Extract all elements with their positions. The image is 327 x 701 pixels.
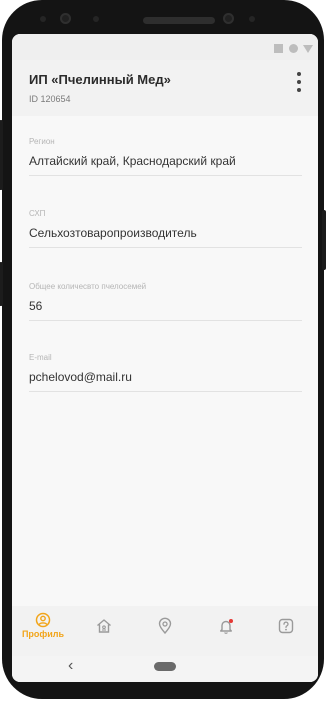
field-label: СХП: [29, 209, 46, 218]
page-title: ИП «Пчелинный Мед»: [29, 72, 171, 87]
bottom-navigation: Профиль: [12, 606, 318, 656]
phone-frame: ИП «Пчелинный Мед» ID 120654 Регион Алта…: [0, 0, 326, 699]
screen: ИП «Пчелинный Мед» ID 120654 Регион Алта…: [12, 34, 318, 682]
nav-item-profile[interactable]: Профиль: [20, 612, 66, 652]
nav-item-notifications[interactable]: [203, 612, 249, 652]
side-button-left-top: [0, 120, 3, 190]
nav-item-apiary[interactable]: [81, 612, 127, 652]
sensor-icon: [249, 16, 255, 22]
location-pin-icon: [158, 617, 172, 635]
field-value: Алтайский край, Краснодарский край: [29, 154, 236, 168]
iris-camera-icon: [223, 13, 234, 24]
field-region: Регион Алтайский край, Краснодарский кра…: [29, 136, 302, 176]
page-subtitle: ID 120654: [29, 94, 71, 104]
nav-label-profile: Профиль: [21, 629, 65, 639]
field-email: E-mail pchelovod@mail.ru: [29, 352, 302, 392]
nav-item-location[interactable]: [142, 612, 188, 652]
front-camera-icon: [60, 13, 71, 24]
side-button-left-bottom: [0, 262, 3, 306]
chevron-left-icon[interactable]: ‹: [68, 657, 73, 675]
more-vert-icon[interactable]: [292, 72, 306, 92]
home-pill-icon[interactable]: [154, 662, 176, 671]
side-button-right: [322, 210, 326, 270]
field-label: Регион: [29, 137, 55, 146]
field-value: 56: [29, 299, 43, 313]
apiary-home-icon: [97, 619, 111, 633]
field-bee-colonies: Общее количесвто пчелосемей 56: [29, 281, 302, 321]
status-triangle-icon: [303, 45, 313, 53]
nav-item-help[interactable]: [263, 612, 309, 652]
earpiece: [143, 17, 215, 24]
status-square-icon: [274, 44, 283, 53]
profile-icon: [35, 612, 51, 628]
field-label: Общее количесвто пчелосемей: [29, 282, 147, 291]
notifications-bell-icon: [220, 619, 233, 634]
app-bar: ИП «Пчелинный Мед» ID 120654: [12, 60, 318, 116]
field-label: E-mail: [29, 353, 52, 362]
system-navigation-bar: ‹: [12, 656, 318, 682]
help-icon: [278, 618, 294, 634]
profile-details: Регион Алтайский край, Краснодарский кра…: [12, 116, 318, 606]
sensor-icon: [93, 16, 99, 22]
field-value: Сельхозтоваропроизводитель: [29, 226, 197, 240]
status-bar: [12, 34, 318, 60]
status-circle-icon: [289, 44, 298, 53]
field-shp: СХП Сельхозтоваропроизводитель: [29, 208, 302, 248]
sensor-icon: [40, 16, 46, 22]
field-value: pchelovod@mail.ru: [29, 370, 132, 384]
notification-badge: [229, 619, 233, 623]
